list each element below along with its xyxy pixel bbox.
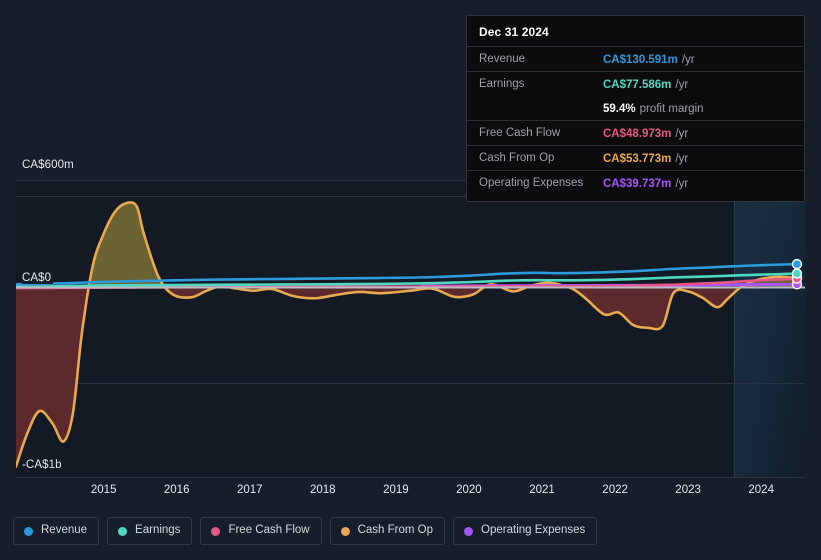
tooltip-profit-margin-wrap: 59.4% profit margin	[603, 99, 704, 117]
y-axis-label-top: CA$600m	[22, 159, 74, 171]
chart-legend: Revenue Earnings Free Cash Flow Cash From O…	[13, 517, 598, 545]
x-axis-tick-2019: 2019	[383, 484, 409, 496]
tooltip-date: Dec 31 2024	[479, 25, 549, 39]
legend-item-revenue[interactable]: Revenue	[13, 517, 100, 545]
tooltip-row-earnings: Earnings CA$77.586m/yr	[467, 71, 804, 96]
legend-color-dot	[464, 526, 474, 536]
tooltip-row-label: Cash From Op	[479, 152, 555, 164]
tooltip-row-value-wrap: CA$39.737m/yr	[603, 174, 688, 192]
tooltip-profit-margin-value: 59.4%	[603, 103, 636, 115]
tooltip-row-value: CA$77.586m	[603, 79, 672, 91]
legend-item-label: Operating Expenses	[481, 524, 586, 537]
tooltip-row-label: Earnings	[479, 78, 525, 90]
x-axis-labels: 2015 2016 2017 2018 2019 2020 2021 2022 2023 2024	[0, 484, 821, 500]
tooltip-row-value-wrap: CA$130.591m/yr	[603, 50, 695, 68]
series-endpoint-markers	[791, 258, 803, 290]
tooltip-row-unit: /yr	[681, 54, 695, 66]
legend-item-label: Earnings	[135, 524, 181, 537]
tooltip-row-operating-expenses: Operating Expenses CA$39.737m/yr	[467, 170, 804, 195]
tooltip-row-label: Free Cash Flow	[479, 127, 561, 139]
x-axis-tick-2024: 2024	[748, 484, 774, 496]
tooltip-row-value-wrap: CA$77.586m/yr	[603, 75, 688, 93]
tooltip-row-value-wrap: CA$53.773m/yr	[603, 149, 688, 167]
legend-item-operating-expenses[interactable]: Operating Expenses	[453, 517, 598, 545]
tooltip-row-profit-margin: 59.4% profit margin	[467, 96, 804, 120]
legend-item-free-cash-flow[interactable]: Free Cash Flow	[200, 517, 322, 545]
legend-item-label: Revenue	[41, 524, 88, 537]
tooltip-row-cash-from-op: Cash From Op CA$53.773m/yr	[467, 145, 804, 170]
y-axis-label-zero: CA$0	[22, 272, 54, 284]
endpoint-marker-earnings	[791, 268, 803, 279]
tooltip-row-unit: /yr	[675, 178, 689, 190]
tooltip-row-unit: /yr	[675, 153, 689, 165]
legend-item-label: Free Cash Flow	[228, 524, 310, 537]
tooltip-row-value: CA$39.737m	[603, 178, 672, 190]
legend-item-label: Cash From Op	[357, 524, 434, 537]
tooltip-row-unit: /yr	[675, 128, 689, 140]
x-axis-tick-2022: 2022	[602, 484, 628, 496]
legend-color-dot	[118, 526, 128, 536]
x-axis-tick-2018: 2018	[310, 484, 336, 496]
tooltip-row-free-cash-flow: Free Cash Flow CA$48.973m/yr	[467, 120, 804, 145]
tooltip-row-value: CA$53.773m	[603, 153, 672, 165]
legend-color-dot	[211, 526, 221, 536]
series-layer	[16, 201, 799, 468]
tooltip-row-value: CA$130.591m	[603, 54, 678, 66]
tooltip-row-value-wrap: CA$48.973m/yr	[603, 124, 688, 142]
financial-history-chart: CA$600m CA$0 -CA$1b 2015 2016 2017 2018 2019…	[0, 0, 821, 560]
x-axis-tick-2015: 2015	[90, 484, 117, 496]
cash-from-op-positive-area	[16, 202, 797, 288]
legend-item-cash-from-op[interactable]: Cash From Op	[329, 517, 446, 545]
y-axis-label-bottom: -CA$1b	[22, 459, 62, 471]
x-axis-tick-2023: 2023	[675, 484, 701, 496]
chart-tooltip: Dec 31 2024 Revenue CA$130.591m/yr Earning…	[466, 15, 805, 202]
tooltip-row-label: Operating Expenses	[479, 177, 584, 189]
x-axis-tick-2017: 2017	[237, 484, 263, 496]
legend-item-earnings[interactable]: Earnings	[107, 517, 193, 545]
tooltip-row-revenue: Revenue CA$130.591m/yr	[467, 46, 804, 71]
x-axis-tick-2021: 2021	[529, 484, 555, 496]
tooltip-rows: Revenue CA$130.591m/yr Earnings CA$77.586m /…	[467, 46, 804, 201]
x-axis-tick-2020: 2020	[456, 484, 482, 496]
tooltip-row-label: Revenue	[479, 53, 526, 65]
tooltip-profit-margin-label: profit margin	[639, 103, 704, 115]
legend-color-dot	[340, 526, 350, 536]
x-axis-tick-2016: 2016	[163, 484, 190, 496]
tooltip-row-value: CA$48.973m	[603, 128, 672, 140]
endpoint-marker-revenue	[791, 258, 803, 270]
legend-color-dot	[24, 526, 33, 536]
tooltip-row-unit: /yr	[675, 79, 689, 91]
